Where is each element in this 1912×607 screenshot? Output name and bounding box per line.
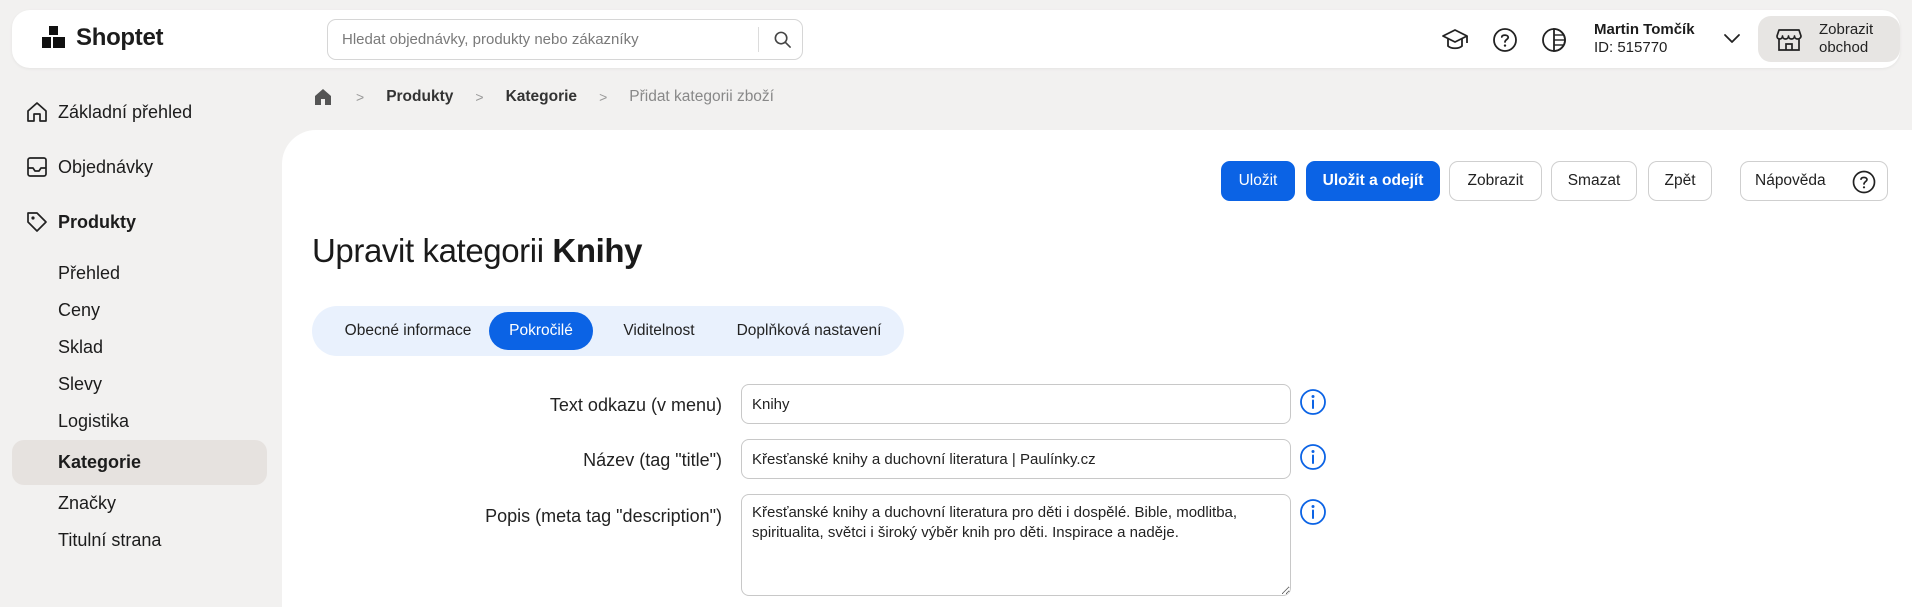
sidebar-subitem-logistics[interactable]: Logistika xyxy=(12,403,267,440)
help-button[interactable]: Nápověda xyxy=(1740,161,1888,201)
view-button[interactable]: Zobrazit xyxy=(1449,161,1542,201)
breadcrumb-current: Přidat kategorii zboží xyxy=(629,88,774,105)
brand-name: Shoptet xyxy=(76,24,164,51)
tab-visibility[interactable]: Viditelnost xyxy=(603,312,715,350)
view-shop-label: Zobrazit obchod xyxy=(1819,21,1874,56)
sidebar-item-label: Objednávky xyxy=(58,156,154,177)
sidebar-item-orders[interactable]: Objednávky xyxy=(12,145,267,189)
sidebar-item-label: Produkty xyxy=(58,211,137,232)
breadcrumb-separator: > xyxy=(475,89,484,105)
back-button[interactable]: Zpět xyxy=(1648,161,1712,201)
academy-icon[interactable] xyxy=(1441,26,1469,54)
breadcrumb: > Produkty > Kategorie > Přidat kategori… xyxy=(312,86,774,108)
sidebar-subitem-brands[interactable]: Značky xyxy=(12,485,267,522)
breadcrumb-separator: > xyxy=(356,89,365,105)
sidebar-item-label: Základní přehled xyxy=(58,101,193,122)
breadcrumb-home-icon[interactable] xyxy=(312,86,334,108)
description-textarea[interactable]: Křesťanské knihy a duchovní literatura p… xyxy=(741,494,1291,596)
tag-icon xyxy=(25,210,49,234)
help-circle-icon xyxy=(1852,170,1876,194)
breadcrumb-products[interactable]: Produkty xyxy=(386,88,453,106)
page-title-name: Knihy xyxy=(552,232,643,269)
tab-additional-settings[interactable]: Doplňková nastavení xyxy=(722,312,896,350)
sidebar-subitem-categories[interactable]: Kategorie xyxy=(12,440,267,485)
link-text-input[interactable] xyxy=(741,384,1291,424)
chevron-down-icon[interactable] xyxy=(1722,28,1742,48)
user-name: Martin Tomčík xyxy=(1594,21,1695,38)
search-input[interactable] xyxy=(342,20,742,59)
top-bar: Shoptet Martin Tomčík xyxy=(12,10,1900,68)
title-tag-input[interactable] xyxy=(741,439,1291,479)
shoptet-logo-icon xyxy=(42,26,65,48)
description-label: Popis (meta tag "description") xyxy=(485,506,722,526)
user-info[interactable]: Martin Tomčík ID: 515770 xyxy=(1594,21,1695,57)
save-button[interactable]: Uložit xyxy=(1221,161,1295,201)
tabs: Obecné informace Pokročilé Viditelnost D… xyxy=(312,306,904,356)
info-icon[interactable] xyxy=(1299,388,1327,416)
sidebar-subitem-prices[interactable]: Ceny xyxy=(12,292,267,329)
user-id: ID: 515770 xyxy=(1594,39,1668,56)
home-icon xyxy=(25,100,49,124)
sidebar-subitem-overview[interactable]: Přehled xyxy=(12,255,267,292)
view-shop-button[interactable]: Zobrazit obchod xyxy=(1758,16,1900,62)
sidebar: Základní přehled Objednávky Produkty Pře… xyxy=(12,90,267,559)
info-icon[interactable] xyxy=(1299,443,1327,471)
help-circle-icon[interactable] xyxy=(1491,26,1519,54)
search-divider xyxy=(758,27,759,52)
page-title-prefix: Upravit kategorii xyxy=(312,232,544,269)
sidebar-subitem-stock[interactable]: Sklad xyxy=(12,329,267,366)
tab-general-info[interactable]: Obecné informace xyxy=(320,312,496,350)
sidebar-subitem-homepage[interactable]: Titulní strana xyxy=(12,522,267,559)
tab-advanced[interactable]: Pokročilé xyxy=(489,312,593,350)
storefront-icon xyxy=(1776,29,1802,51)
brand-logo[interactable]: Shoptet xyxy=(42,24,164,52)
theme-contrast-icon[interactable] xyxy=(1540,26,1568,54)
sidebar-item-products[interactable]: Produkty xyxy=(12,200,267,244)
link-text-label: Text odkazu (v menu) xyxy=(549,395,722,415)
save-and-leave-button[interactable]: Uložit a odejít xyxy=(1306,161,1440,201)
page-title: Upravit kategorii Knihy xyxy=(312,232,642,270)
title-tag-label: Název (tag "title") xyxy=(583,450,722,470)
delete-button[interactable]: Smazat xyxy=(1551,161,1637,201)
info-icon[interactable] xyxy=(1299,498,1327,526)
search-icon[interactable] xyxy=(773,30,792,49)
sidebar-item-overview[interactable]: Základní přehled xyxy=(12,90,267,134)
inbox-icon xyxy=(25,155,49,179)
breadcrumb-categories[interactable]: Kategorie xyxy=(506,88,578,106)
breadcrumb-separator: > xyxy=(599,89,608,105)
sidebar-subitem-discounts[interactable]: Slevy xyxy=(12,366,267,403)
search-box xyxy=(327,19,803,60)
help-button-label: Nápověda xyxy=(1755,172,1826,189)
